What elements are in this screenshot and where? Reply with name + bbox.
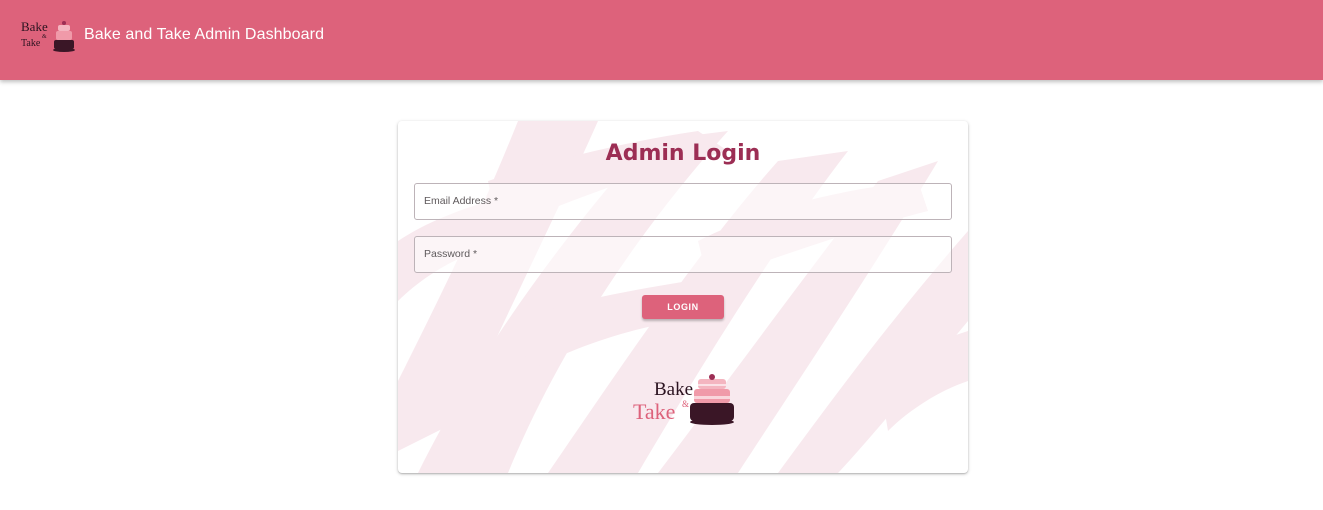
bake-and-take-logo: Bake & Take bbox=[633, 374, 734, 425]
bake-and-take-logo: Bake & Take bbox=[21, 19, 75, 52]
svg-text:&: & bbox=[42, 34, 47, 40]
login-title: Admin Login bbox=[605, 141, 761, 166]
app-title: Bake and Take Admin Dashboard bbox=[84, 26, 325, 43]
password-field[interactable]: Password * bbox=[414, 236, 952, 273]
password-input[interactable] bbox=[415, 237, 951, 272]
svg-text:Bake: Bake bbox=[21, 19, 48, 34]
login-button[interactable]: LOGIN bbox=[642, 295, 724, 319]
email-input[interactable] bbox=[415, 184, 951, 219]
svg-text:Take: Take bbox=[633, 399, 675, 424]
login-card: Admin Login Email Address * Password * L… bbox=[398, 121, 968, 473]
svg-text:Bake: Bake bbox=[654, 379, 693, 400]
svg-text:Take: Take bbox=[21, 38, 41, 49]
app-bar: Bake & Take Bake and Take Admin Dashboar… bbox=[0, 0, 1323, 80]
email-field[interactable]: Email Address * bbox=[414, 183, 952, 220]
svg-text:&: & bbox=[682, 399, 689, 409]
